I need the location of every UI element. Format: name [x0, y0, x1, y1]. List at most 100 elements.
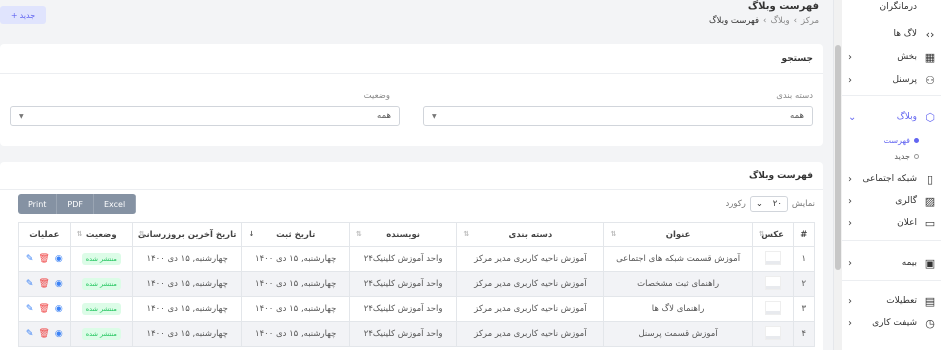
cell-num: ۲ — [792, 271, 816, 297]
new-post-button[interactable]: جدید + — [0, 6, 46, 24]
sidebar-item-logs[interactable]: ‹› لاگ ها — [848, 25, 937, 43]
status-badge: منتشر شده — [81, 278, 121, 290]
chevron-left-icon: ‹ — [848, 195, 852, 207]
cell-image — [751, 321, 794, 347]
column-header-title[interactable]: عنوان ⇅ — [603, 222, 753, 247]
breadcrumb-home[interactable]: مرکز — [801, 16, 819, 26]
trash-icon[interactable]: 🗑 — [38, 329, 49, 339]
sidebar-subitem-new[interactable]: جدید — [894, 149, 919, 163]
sidebar-subitem-label: جدید — [894, 151, 910, 161]
eye-icon[interactable]: ◉ — [55, 304, 63, 314]
sidebar-divider — [842, 240, 941, 241]
table-row: ۱ آموزش قسمت شبکه های اجتماعی آموزش ناحی… — [18, 246, 816, 272]
column-header-category[interactable]: دسته بندی ⇅ — [456, 222, 605, 247]
trash-icon[interactable]: 🗑 — [38, 279, 49, 289]
sidebar-item-label: شیفت کاری — [872, 318, 917, 328]
pdf-button[interactable]: PDF — [57, 194, 94, 214]
print-button[interactable]: Print — [18, 194, 58, 214]
clock-icon: ◷ — [925, 316, 935, 330]
sidebar-scrollbar-thumb[interactable] — [835, 45, 841, 270]
cell-created: چهارشنبه, ۱۵ دی ۱۴۰۰ — [241, 296, 350, 322]
sort-icon: ⇅ — [610, 230, 617, 238]
cell-status: منتشر شده — [69, 296, 133, 322]
column-header-created[interactable]: تاریخ ثبت ↓ — [241, 222, 350, 247]
sidebar-item-holidays[interactable]: ▤ تعطیلات ‹ — [848, 292, 937, 310]
column-header-label: دسته بندی — [508, 229, 553, 240]
cell-status: منتشر شده — [69, 246, 133, 272]
edit-icon[interactable]: ✎ — [26, 254, 34, 264]
column-header-label: تاریخ آخرین بروزرسانی — [137, 229, 237, 240]
eye-icon[interactable]: ◉ — [55, 279, 63, 289]
sort-desc-icon: ↓ — [248, 230, 255, 238]
table-row: ۴ آموزش قسمت پرسنل آموزش ناحیه کاربری مد… — [18, 321, 816, 347]
cell-status: منتشر شده — [69, 321, 133, 347]
sidebar-item-therapists[interactable]: درمانگران — [848, 0, 937, 16]
new-post-label: جدید — [19, 10, 36, 20]
cell-category: آموزش ناحیه کاربری مدیر مرکز — [456, 296, 605, 322]
column-header-updated[interactable]: تاریخ آخرین بروزرسانی ⇅ — [131, 222, 243, 247]
thumbnail-image[interactable] — [764, 275, 781, 290]
sidebar-item-notifications[interactable]: ▭ اعلان ‹ — [848, 214, 937, 232]
calendar-icon: ▤ — [924, 294, 936, 308]
column-header-status[interactable]: وضعیت ⇅ — [69, 222, 133, 247]
edit-icon[interactable]: ✎ — [26, 329, 34, 339]
cell-status: منتشر شده — [69, 271, 133, 297]
bullet-icon — [914, 153, 919, 159]
cell-title: راهنمای ثبت مشخصات — [603, 271, 753, 297]
sidebar-item-shifts[interactable]: ◷ شیفت کاری ‹ — [848, 314, 937, 332]
category-select-value: همه — [790, 111, 804, 121]
cell-title: آموزش قسمت پرسنل — [603, 321, 753, 347]
column-header-label: نویسنده — [386, 229, 420, 240]
sidebar-item-insurance[interactable]: ▣ بیمه ‹ — [848, 254, 937, 272]
thumbnail-image[interactable] — [764, 250, 781, 265]
trash-icon[interactable]: 🗑 — [38, 254, 49, 264]
sort-icon: ⇅ — [355, 230, 362, 238]
cell-image — [751, 296, 794, 322]
thumbnail-image[interactable] — [764, 325, 781, 340]
cell-updated: چهارشنبه, ۱۵ دی ۱۴۰۰ — [131, 246, 243, 272]
plus-icon: + — [10, 10, 18, 20]
main-content: فهرست وبلاگ مرکز › وبلاگ › فهرست وبلاگ ج… — [0, 0, 833, 350]
cell-actions: ✎ 🗑 ◉ — [18, 246, 71, 272]
sidebar-item-label: لاگ ها — [893, 29, 917, 39]
breadcrumb-separator: › — [793, 16, 798, 26]
sidebar-scrollbar[interactable] — [834, 0, 842, 350]
sidebar-item-gallery[interactable]: ▨ گالری ‹ — [848, 192, 937, 210]
category-select[interactable]: همه ▼ — [423, 106, 813, 126]
cell-category: آموزش ناحیه کاربری مدیر مرکز — [456, 271, 605, 297]
cell-title: آموزش قسمت شبکه های اجتماعی — [603, 246, 753, 272]
sidebar-divider — [842, 280, 941, 281]
sidebar-item-blog[interactable]: ⬡ وبلاگ ⌄ — [848, 108, 937, 126]
sidebar-subitem-list[interactable]: فهرست — [884, 133, 919, 147]
eye-icon[interactable]: ◉ — [55, 329, 63, 339]
status-select[interactable]: همه ▼ — [10, 106, 400, 126]
trash-icon[interactable]: 🗑 — [38, 304, 49, 314]
sidebar: درمانگران ‹› لاگ ها ▦ بخش ‹ ⚇ پرسنل ‹ ⬡ … — [833, 0, 941, 350]
edit-icon[interactable]: ✎ — [26, 279, 34, 289]
breadcrumb-current: فهرست وبلاگ — [709, 16, 760, 26]
sidebar-item-label: بیمه — [901, 258, 917, 268]
chevron-left-icon: ‹ — [848, 173, 852, 185]
thumbnail-image[interactable] — [764, 300, 781, 315]
page-length-select[interactable]: ۲۰ ⌄ — [749, 196, 788, 212]
eye-icon[interactable]: ◉ — [55, 254, 63, 264]
sidebar-item-section[interactable]: ▦ بخش ‹ — [848, 48, 937, 66]
sidebar-item-label: تعطیلات — [886, 296, 917, 306]
cell-category: آموزش ناحیه کاربری مدیر مرکز — [456, 246, 605, 272]
cell-image — [751, 246, 794, 272]
sort-icon: ⇅ — [463, 230, 470, 238]
bullet-icon — [914, 137, 919, 143]
breadcrumb-blog[interactable]: وبلاگ — [770, 16, 789, 26]
card-divider — [0, 73, 823, 74]
sort-icon: ⇅ — [758, 230, 765, 238]
excel-button[interactable]: Excel — [94, 194, 137, 214]
cell-actions: ✎ 🗑 ◉ — [18, 296, 71, 322]
edit-icon[interactable]: ✎ — [26, 304, 34, 314]
column-header-image[interactable]: عکس ⇅ — [751, 222, 794, 247]
cell-actions: ✎ 🗑 ◉ — [18, 321, 71, 347]
sidebar-item-social[interactable]: ▯ شبکه اجتماعی ‹ — [848, 170, 937, 188]
grid-icon: ▦ — [924, 50, 936, 64]
sidebar-item-staff[interactable]: ⚇ پرسنل ‹ — [848, 71, 937, 89]
breadcrumb: مرکز › وبلاگ › فهرست وبلاگ — [709, 16, 819, 26]
column-header-author[interactable]: نویسنده ⇅ — [348, 222, 458, 247]
